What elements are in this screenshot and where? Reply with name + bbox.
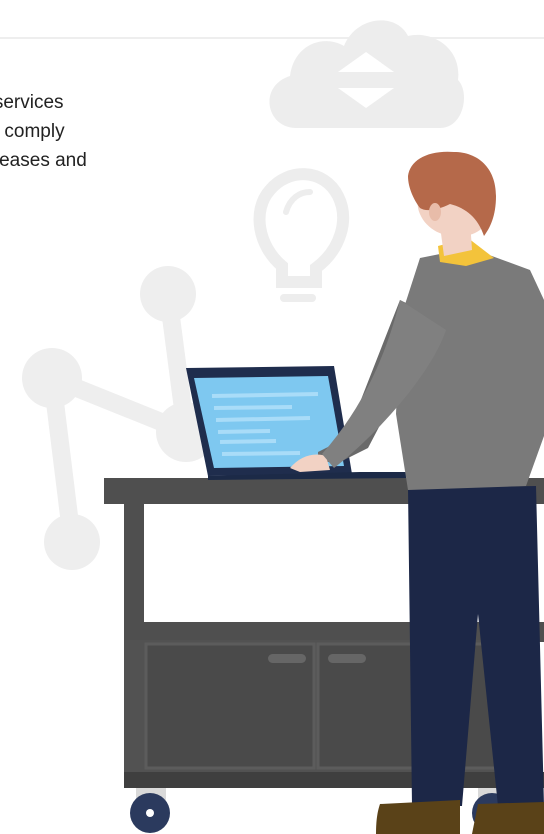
hero-illustration — [22, 20, 544, 834]
wheel-left — [130, 788, 170, 833]
network-graph-icon — [22, 266, 216, 570]
lightbulb-icon — [253, 168, 350, 302]
cloud-sync-icon — [269, 20, 464, 128]
